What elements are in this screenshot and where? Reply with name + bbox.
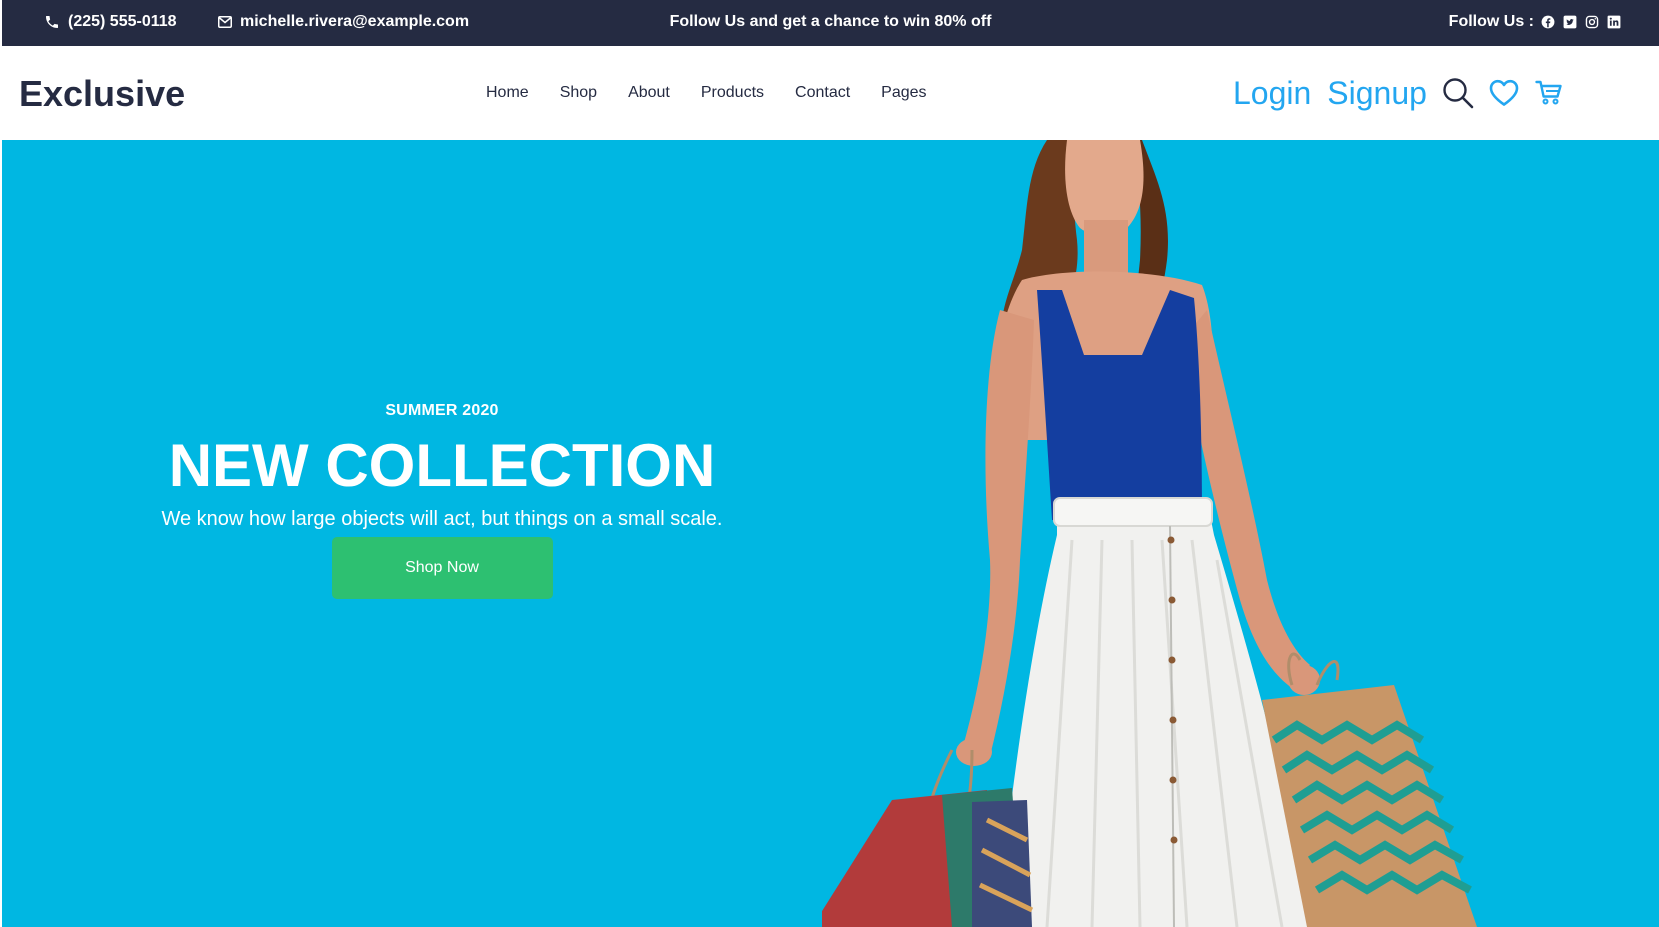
follow-label: Follow Us :: [1448, 13, 1534, 30]
hero-subtitle: We know how large objects will act, but …: [161, 508, 723, 530]
hero-content: SUMMER 2020 NEW COLLECTION We know how l…: [2, 402, 882, 599]
nav-about[interactable]: About: [628, 84, 670, 102]
linkedin-icon[interactable]: [1606, 14, 1622, 30]
contact-phone[interactable]: (225) 555-0118: [44, 13, 177, 31]
hero-title: NEW COLLECTION: [168, 432, 716, 499]
contact-email[interactable]: michelle.rivera@example.com: [218, 13, 469, 31]
main-menu: Home Shop About Products Contact Pages: [486, 84, 927, 102]
brand-logo[interactable]: Exclusive: [19, 73, 185, 115]
signup-link[interactable]: Signup: [1327, 73, 1427, 113]
nav-home[interactable]: Home: [486, 84, 529, 102]
mail-icon: [218, 16, 232, 28]
instagram-icon[interactable]: [1584, 14, 1600, 30]
nav-contact[interactable]: Contact: [795, 84, 850, 102]
heart-icon[interactable]: [1489, 79, 1519, 107]
email-address: michelle.rivera@example.com: [240, 13, 470, 30]
cart-icon[interactable]: [1535, 80, 1563, 106]
nav-products[interactable]: Products: [701, 84, 764, 102]
main-navbar: Exclusive Home Shop About Products Conta…: [2, 46, 1659, 140]
search-icon[interactable]: [1441, 76, 1475, 110]
hero-kicker: SUMMER 2020: [385, 402, 499, 419]
follow-us: Follow Us :: [1449, 13, 1622, 31]
header-actions: Login Signup: [1233, 73, 1563, 113]
shop-now-button[interactable]: Shop Now: [331, 537, 553, 599]
twitter-icon[interactable]: [1562, 14, 1578, 30]
hero-model-image: [822, 140, 1477, 927]
top-bar: (225) 555-0118 michelle.rivera@example.c…: [2, 0, 1659, 46]
login-link[interactable]: Login: [1233, 73, 1311, 113]
promo-text: Follow Us and get a chance to win 80% of…: [669, 13, 992, 30]
phone-icon: [44, 14, 60, 30]
nav-shop[interactable]: Shop: [560, 84, 597, 102]
phone-number: (225) 555-0118: [68, 13, 177, 30]
hero-banner: SUMMER 2020 NEW COLLECTION We know how l…: [2, 140, 1659, 927]
nav-pages[interactable]: Pages: [881, 84, 926, 102]
facebook-icon[interactable]: [1540, 14, 1556, 30]
